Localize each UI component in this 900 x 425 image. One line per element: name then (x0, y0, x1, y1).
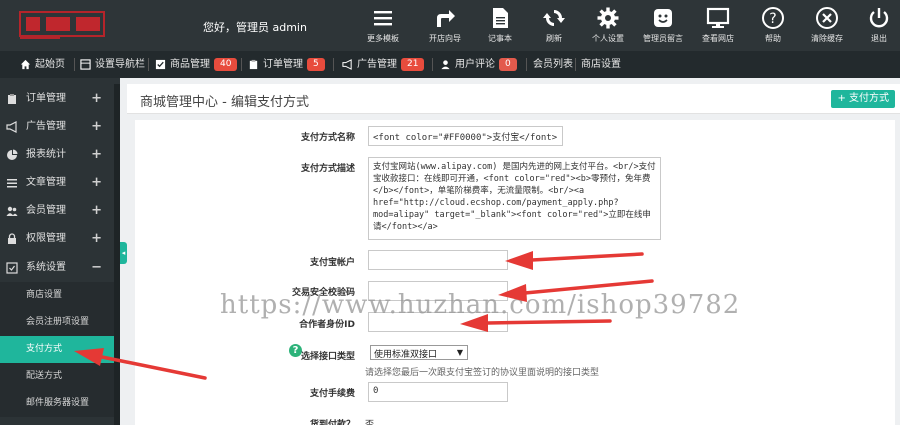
page-title: 商城管理中心 - 编辑支付方式 (140, 95, 309, 110)
sidebar-item-permissions[interactable]: 权限管理 + (0, 224, 114, 253)
sidebar-item-articles[interactable]: 文章管理 + (0, 168, 114, 197)
collapse-icon: − (91, 260, 102, 275)
checkbox-icon (155, 59, 166, 69)
menu-icon (374, 11, 392, 26)
nav-setup[interactable]: 设置导航栏 (80, 51, 145, 78)
grid-icon (80, 58, 91, 70)
users-icon (6, 206, 18, 216)
nav-divider (526, 58, 527, 71)
account-label: 支付宝帐户 (309, 258, 355, 268)
expand-icon: + (91, 91, 102, 106)
nav-shop-settings[interactable]: 商店设置 (581, 51, 621, 78)
more-templates-button[interactable]: 更多模板 (355, 0, 411, 51)
brand-logo (19, 11, 105, 39)
watermark-text: https://www.huzhan.com/ishop39782 (220, 290, 741, 320)
shop-wizard-button[interactable]: 开店向导 (417, 0, 473, 51)
sidebar-item-reports[interactable]: 报表统计 + (0, 140, 114, 169)
name-label: 支付方式名称 (300, 133, 355, 143)
list-icon (7, 179, 17, 188)
clear-cache-icon (816, 7, 838, 29)
expand-icon: + (91, 147, 102, 162)
admin-message-button[interactable]: 管理员留言 (635, 0, 691, 51)
power-icon (869, 8, 889, 28)
monitor-icon (706, 7, 730, 28)
nav-divider (333, 58, 334, 71)
name-input[interactable]: <font color="#FF0000">支付宝</font> (368, 126, 563, 146)
sidebar-item-members[interactable]: 会员管理 + (0, 196, 114, 225)
fee-input[interactable]: 0 (368, 382, 508, 402)
clear-cache-button[interactable]: 清除缓存 (799, 0, 855, 51)
expand-icon: + (91, 119, 102, 134)
nav-divider (432, 58, 433, 71)
expand-icon: + (91, 175, 102, 190)
cod-value: 否 (365, 420, 375, 425)
expand-icon: + (91, 203, 102, 218)
sidebar-item-ads[interactable]: 广告管理 + (0, 112, 114, 141)
nav-divider (575, 58, 576, 71)
nav-ads[interactable]: 广告管理 21 (342, 51, 425, 78)
logout-button[interactable]: 退出 (853, 0, 900, 51)
sidebar-sub-register-fields[interactable]: 会员注册项设置 (0, 309, 114, 336)
megaphone-icon (342, 58, 352, 70)
alipay-account-input[interactable] (368, 250, 508, 270)
fee-label: 支付手续费 (309, 389, 355, 399)
interface-select[interactable]: 使用标准双接口 ▼ (370, 345, 468, 360)
sidebar-collapse-toggle[interactable]: ◂ (120, 242, 127, 264)
dropdown-caret-icon: ▼ (456, 348, 463, 357)
view-shop-button[interactable]: 查看网店 (690, 0, 746, 51)
home-icon (20, 59, 31, 69)
comments-count-badge: 0 (499, 57, 517, 71)
orders-count-badge: 5 (307, 57, 325, 71)
gear-icon (597, 7, 619, 29)
notepad-button[interactable]: 记事本 (472, 0, 528, 51)
pie-chart-icon (7, 149, 18, 160)
desc-textarea[interactable]: 支付宝网站(www.alipay.com) 是国内先进的网上支付平台。<br/>… (368, 157, 661, 240)
ads-count-badge: 21 (401, 57, 425, 71)
lock-icon (8, 233, 16, 244)
help-button[interactable]: ? 帮助 (745, 0, 801, 51)
personal-settings-button[interactable]: 个人设置 (580, 0, 636, 51)
welcome-text: 您好，管理员 admin (203, 21, 307, 34)
payment-form: 支付方式名称 <font color="#FF0000">支付宝</font> … (135, 120, 895, 425)
interface-label: 选择接口类型 (300, 352, 355, 362)
page-header: 商城管理中心 - 编辑支付方式 + 支付方式 (127, 84, 900, 114)
share-arrow-icon (437, 10, 455, 27)
expand-icon: + (91, 231, 102, 246)
interface-hint: 请选择您最后一次跟支付宝签订的协议里面说明的接口类型 (365, 368, 600, 378)
clipboard-icon (8, 94, 16, 104)
desc-label: 支付方式描述 (300, 164, 355, 174)
sidebar-sub-mail-server[interactable]: 邮件服务器设置 (0, 390, 114, 417)
nav-divider (148, 58, 149, 71)
nav-comments[interactable]: 用户评论 0 (440, 51, 517, 78)
refresh-button[interactable]: 刷新 (526, 0, 582, 51)
user-icon (441, 59, 450, 69)
add-payment-button[interactable]: + 支付方式 (831, 90, 895, 108)
refresh-icon (543, 10, 565, 26)
sidebar-sub-shop-settings[interactable]: 商店设置 (0, 282, 114, 309)
nav-divider (74, 58, 75, 71)
nav-orders[interactable]: 订单管理 5 (248, 51, 325, 78)
nav-goods[interactable]: 商品管理 40 (155, 51, 238, 78)
nav-members[interactable]: 会员列表 (533, 51, 573, 78)
settings-square-icon (6, 262, 18, 274)
goods-count-badge: 40 (214, 57, 238, 71)
sidebar-item-system[interactable]: 系统设置 − (0, 253, 114, 282)
sidebar-sub-payment[interactable]: 支付方式 (0, 336, 114, 363)
nav-home[interactable]: 起始页 (20, 51, 65, 78)
svg-text:?: ? (769, 11, 776, 27)
smile-message-icon (654, 9, 672, 27)
top-nav: 起始页 设置导航栏 商品管理 40 订单管理 5 广告管理 21 用户评论 0 会员列表… (0, 51, 900, 78)
megaphone-icon (6, 121, 17, 133)
top-header: 您好，管理员 admin 更多模板 开店向导 记事本 刷新 个人设置 管理员留言… (0, 0, 900, 51)
notepad-icon (493, 8, 508, 28)
clipboard-icon (249, 59, 258, 69)
help-icon: ? (762, 7, 784, 29)
cod-label: 货到付款？ (309, 420, 355, 425)
sidebar-sub-shipping[interactable]: 配送方式 (0, 363, 114, 390)
sidebar-item-orders[interactable]: 订单管理 + (0, 84, 114, 113)
nav-divider (241, 58, 242, 71)
